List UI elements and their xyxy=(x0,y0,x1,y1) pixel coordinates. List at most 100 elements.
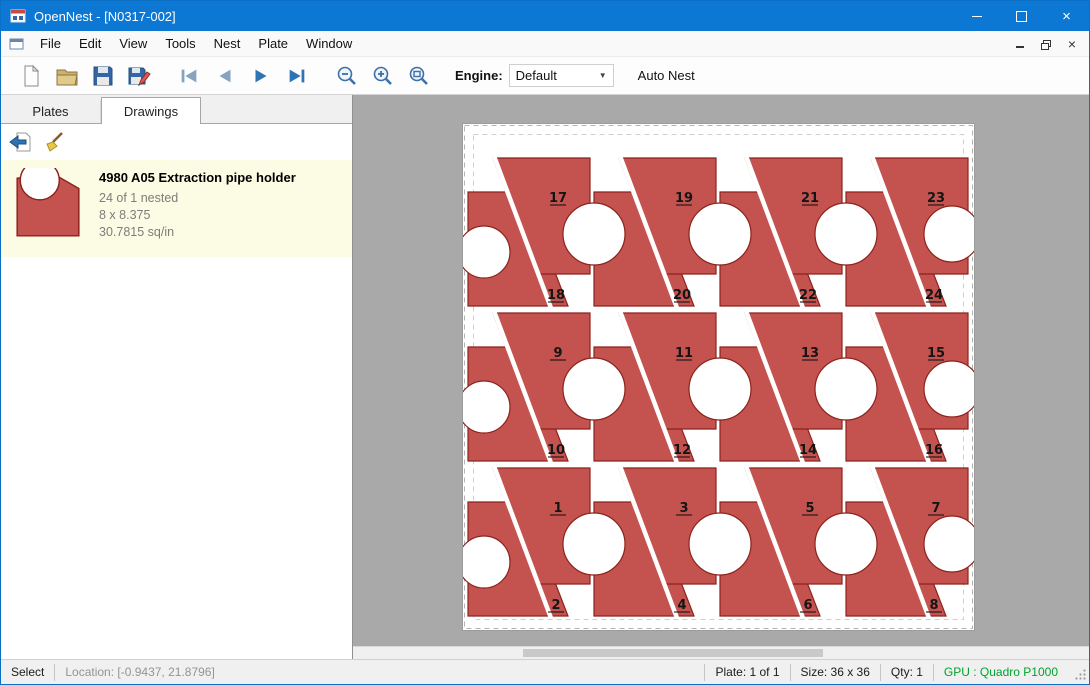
horizontal-scrollbar[interactable] xyxy=(353,646,1089,659)
status-location: Location: [-0.9437, 21.8796] xyxy=(55,664,224,681)
go-next-icon xyxy=(250,65,272,87)
maximize-button[interactable] xyxy=(999,1,1044,31)
svg-text:11: 11 xyxy=(675,346,693,361)
tab-plates[interactable]: Plates xyxy=(1,100,101,123)
maximize-icon xyxy=(1016,11,1027,22)
svg-text:18: 18 xyxy=(547,288,565,303)
drawing-nested-count: 24 of 1 nested xyxy=(99,190,296,207)
auto-nest-button[interactable]: Auto Nest xyxy=(632,64,701,87)
save-icon xyxy=(91,64,115,88)
svg-text:7: 7 xyxy=(931,501,940,516)
drawing-area: 30.7815 sq/in xyxy=(99,224,296,241)
svg-text:20: 20 xyxy=(673,288,691,303)
nesting-canvas[interactable]: 171819202122232491011121314151612345678 xyxy=(353,95,1089,659)
replace-part-icon xyxy=(8,130,32,154)
close-icon: × xyxy=(1062,9,1071,24)
pipe-hole xyxy=(563,358,625,420)
go-next-button[interactable] xyxy=(244,60,278,92)
svg-text:15: 15 xyxy=(927,346,945,361)
status-gpu: GPU : Quadro P1000 xyxy=(934,664,1068,681)
zoom-out-icon xyxy=(335,64,359,88)
menu-window[interactable]: Window xyxy=(297,32,361,55)
mdi-close-icon: × xyxy=(1068,37,1076,51)
save-edit-button[interactable] xyxy=(122,60,156,92)
mdi-window-controls: × xyxy=(1007,31,1085,57)
pipe-hole xyxy=(815,513,877,575)
zoom-fit-button[interactable] xyxy=(402,60,436,92)
go-last-icon xyxy=(286,65,308,87)
svg-text:10: 10 xyxy=(547,443,565,458)
open-button[interactable] xyxy=(50,60,84,92)
go-last-button[interactable] xyxy=(280,60,314,92)
title-bar[interactable]: OpenNest - [N0317-002] × xyxy=(1,1,1089,31)
mdi-restore-button[interactable] xyxy=(1033,34,1059,54)
pipe-hole xyxy=(924,361,975,417)
clean-broom-icon xyxy=(42,130,66,154)
svg-text:13: 13 xyxy=(801,346,819,361)
replace-part-button[interactable] xyxy=(5,127,35,157)
menu-edit[interactable]: Edit xyxy=(70,32,110,55)
sidebar: Plates Drawings xyxy=(1,95,353,659)
svg-text:2: 2 xyxy=(551,598,560,613)
drawing-list-item[interactable]: 4980 A05 Extraction pipe holder 24 of 1 … xyxy=(1,160,352,257)
mdi-document-icon[interactable] xyxy=(9,36,25,52)
status-qty: Qty: 1 xyxy=(881,664,933,681)
status-plate: Plate: 1 of 1 xyxy=(705,664,789,681)
svg-text:23: 23 xyxy=(927,191,945,206)
menu-view[interactable]: View xyxy=(110,32,156,55)
engine-label: Engine: xyxy=(455,68,503,83)
resize-grip[interactable] xyxy=(1074,668,1087,684)
pipe-hole xyxy=(689,358,751,420)
drawing-dimensions: 8 x 8.375 xyxy=(99,207,296,224)
save-button[interactable] xyxy=(86,60,120,92)
minimize-icon xyxy=(972,16,982,17)
svg-text:19: 19 xyxy=(675,191,693,206)
pipe-hole xyxy=(462,381,510,433)
pipe-hole xyxy=(689,513,751,575)
svg-text:6: 6 xyxy=(803,598,812,613)
pipe-hole xyxy=(815,358,877,420)
svg-text:14: 14 xyxy=(799,443,817,458)
svg-text:24: 24 xyxy=(925,288,943,303)
engine-select[interactable]: Default ▼ xyxy=(509,64,614,87)
part-thumbnail-icon xyxy=(11,168,85,247)
svg-text:22: 22 xyxy=(799,288,817,303)
mdi-close-button[interactable]: × xyxy=(1059,34,1085,54)
go-first-button[interactable] xyxy=(172,60,206,92)
new-button[interactable] xyxy=(14,60,48,92)
menu-tools[interactable]: Tools xyxy=(156,32,204,55)
svg-text:8: 8 xyxy=(929,598,938,613)
plate-drawing[interactable]: 171819202122232491011121314151612345678 xyxy=(462,123,975,631)
menu-bar: File Edit View Tools Nest Plate Window × xyxy=(1,31,1089,57)
menu-plate[interactable]: Plate xyxy=(249,32,297,55)
go-first-icon xyxy=(178,65,200,87)
pipe-hole xyxy=(924,206,975,262)
scrollbar-thumb[interactable] xyxy=(523,649,823,657)
tab-drawings[interactable]: Drawings xyxy=(101,97,201,124)
mdi-minimize-icon xyxy=(1016,46,1024,48)
app-icon xyxy=(10,8,26,24)
pipe-hole xyxy=(924,516,975,572)
clean-button[interactable] xyxy=(39,127,69,157)
svg-text:21: 21 xyxy=(801,191,819,206)
go-previous-button[interactable] xyxy=(208,60,242,92)
zoom-in-button[interactable] xyxy=(366,60,400,92)
svg-text:9: 9 xyxy=(553,346,562,361)
minimize-button[interactable] xyxy=(954,1,999,31)
pipe-hole xyxy=(462,536,510,588)
svg-text:12: 12 xyxy=(673,443,691,458)
svg-text:1: 1 xyxy=(553,501,562,516)
close-button[interactable]: × xyxy=(1044,1,1089,31)
menu-file[interactable]: File xyxy=(31,32,70,55)
zoom-out-button[interactable] xyxy=(330,60,364,92)
engine-value: Default xyxy=(516,68,557,83)
pipe-hole xyxy=(563,513,625,575)
svg-text:17: 17 xyxy=(549,191,567,206)
mdi-minimize-button[interactable] xyxy=(1007,34,1033,54)
status-bar: Select Location: [-0.9437, 21.8796] Plat… xyxy=(1,659,1089,684)
new-file-icon xyxy=(19,64,43,88)
chevron-down-icon: ▼ xyxy=(599,71,607,80)
menu-nest[interactable]: Nest xyxy=(205,32,250,55)
zoom-in-icon xyxy=(371,64,395,88)
app-window: OpenNest - [N0317-002] × File Edit View … xyxy=(0,0,1090,685)
